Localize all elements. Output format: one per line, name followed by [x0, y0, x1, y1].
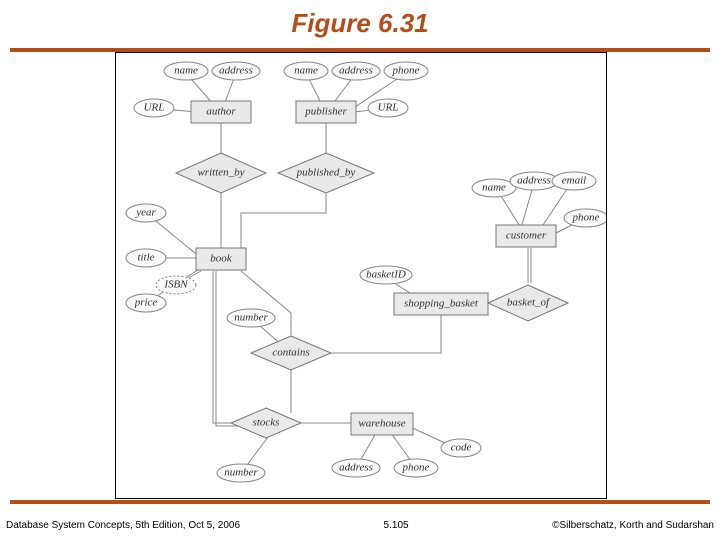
svg-text:shopping_basket: shopping_basket [404, 298, 479, 310]
attr-pub-phone: phone [384, 62, 428, 80]
svg-text:phone: phone [392, 65, 420, 77]
svg-text:email: email [562, 175, 586, 187]
svg-text:code: code [451, 442, 472, 454]
attr-cust-name: name [472, 179, 516, 197]
attr-wh-code: code [441, 439, 481, 457]
footer-right: ©Silberschatz, Korth and Sudarshan [552, 520, 714, 531]
attr-pub-url: URL [368, 99, 408, 117]
entity-author: author [191, 101, 251, 123]
svg-text:basketID: basketID [366, 269, 406, 281]
attr-cust-address: address [510, 172, 558, 190]
attr-pub-name: name [284, 62, 328, 80]
er-diagram: author name address URL publisher name a… [115, 52, 607, 499]
svg-text:book: book [210, 253, 233, 265]
rel-published-by: published_by [278, 153, 374, 193]
attr-pub-address: address [332, 62, 380, 80]
attr-book-year: year [126, 204, 166, 222]
rel-written-by: written_by [176, 153, 266, 193]
attr-cust-phone: phone [564, 209, 606, 227]
figure-title: Figure 6.31 [0, 0, 720, 39]
svg-text:URL: URL [144, 102, 165, 114]
svg-text:basket_of: basket_of [507, 297, 551, 309]
attr-contains-number: number [227, 309, 275, 327]
bottom-rule [10, 500, 710, 504]
attr-author-url: URL [134, 99, 174, 117]
svg-text:address: address [339, 462, 373, 474]
svg-text:address: address [339, 65, 373, 77]
footer-left: Database System Concepts, 5th Edition, O… [6, 520, 240, 531]
svg-text:written_by: written_by [197, 167, 244, 179]
svg-text:number: number [224, 467, 258, 479]
svg-text:URL: URL [378, 102, 399, 114]
svg-text:contains: contains [272, 347, 309, 359]
attr-wh-phone: phone [394, 459, 438, 477]
entity-shopping-basket: shopping_basket [394, 293, 488, 315]
rel-basket-of: basket_of [488, 285, 568, 321]
attr-author-name: name [164, 62, 208, 80]
svg-text:name: name [294, 65, 318, 77]
rel-contains: contains [251, 336, 331, 370]
svg-text:year: year [135, 207, 156, 219]
attr-basket-id: basketID [360, 266, 412, 284]
attr-book-price: price [126, 294, 166, 312]
svg-text:customer: customer [506, 230, 547, 242]
svg-text:title: title [137, 252, 154, 264]
attr-book-isbn: ISBN [156, 276, 196, 294]
svg-text:name: name [482, 182, 506, 194]
svg-text:number: number [234, 312, 268, 324]
svg-text:warehouse: warehouse [358, 418, 405, 430]
svg-text:address: address [219, 65, 253, 77]
svg-text:ISBN: ISBN [163, 279, 188, 291]
entity-customer: customer [496, 225, 556, 247]
attr-author-address: address [212, 62, 260, 80]
entity-book: book [196, 248, 246, 270]
attr-cust-email: email [552, 172, 596, 190]
footer-center: 5.105 [384, 520, 409, 531]
svg-text:stocks: stocks [253, 417, 280, 429]
footer: Database System Concepts, 5th Edition, O… [0, 520, 720, 531]
svg-text:price: price [134, 297, 158, 309]
svg-text:phone: phone [572, 212, 600, 224]
attr-wh-address: address [332, 459, 380, 477]
svg-text:phone: phone [402, 462, 430, 474]
svg-text:published_by: published_by [296, 167, 356, 179]
entity-publisher: publisher [296, 101, 356, 123]
svg-text:publisher: publisher [304, 106, 347, 118]
svg-text:address: address [517, 175, 551, 187]
attr-stocks-number: number [217, 464, 265, 482]
entity-warehouse: warehouse [351, 413, 413, 435]
svg-text:author: author [206, 106, 236, 118]
svg-text:name: name [174, 65, 198, 77]
attr-book-title: title [126, 249, 166, 267]
